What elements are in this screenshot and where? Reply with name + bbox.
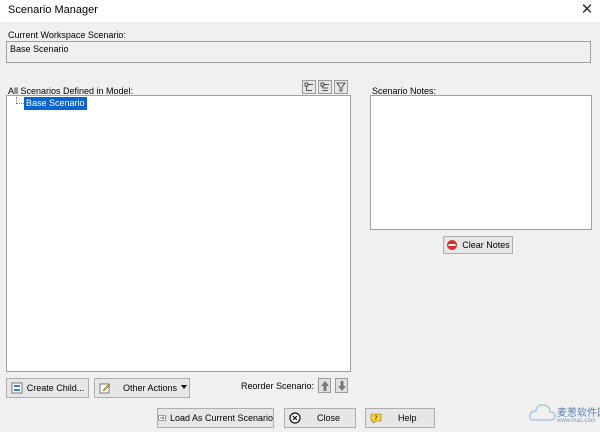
close-circle-icon [289,412,301,424]
workspace-scenario-value: Base Scenario [10,44,69,54]
scenario-tree[interactable] [6,95,351,372]
create-child-icon [11,382,23,394]
window-close-button[interactable]: ✕ [578,1,596,19]
no-entry-icon [447,240,458,250]
create-child-label: Create Child... [26,383,85,393]
workspace-label: Current Workspace Scenario: [8,30,126,40]
chevron-down-icon [181,385,187,389]
filter-button[interactable] [334,80,348,94]
load-as-current-button[interactable]: Load As Current Scenario [157,408,274,428]
clear-notes-label: Clear Notes [462,240,510,250]
tree-expand-icon [304,82,313,91]
reorder-label: Reorder Scenario: [241,381,315,391]
scenario-notes-textarea[interactable] [370,95,592,230]
close-button[interactable]: Close [284,408,356,428]
move-down-button[interactable] [335,378,348,393]
load-as-current-label: Load As Current Scenario [169,413,273,423]
arrow-down-icon [337,380,346,391]
expand-all-button[interactable] [302,80,316,94]
tree-item-base-scenario[interactable]: Base Scenario [24,97,87,110]
other-actions-dropdown[interactable]: Other Actions [94,378,190,398]
arrow-up-icon [320,380,329,391]
help-label: Help [398,413,417,423]
site-watermark: 麦葱软件园 www.mac.com [528,396,600,430]
load-scenario-icon [158,415,166,421]
edit-icon [99,383,111,394]
create-child-button[interactable]: Create Child... [6,378,89,398]
collapse-all-button[interactable] [318,80,332,94]
workspace-scenario-field: Base Scenario [6,41,591,63]
help-button[interactable]: ? Help [365,408,435,428]
watermark-text: 麦葱软件园 [557,408,600,419]
svg-text:?: ? [374,415,377,422]
filter-icon [336,82,346,92]
help-icon: ? [370,413,382,424]
cloud-logo-icon [529,404,556,421]
window-title: Scenario Manager [8,4,98,16]
other-actions-label: Other Actions [123,383,178,393]
tree-collapse-icon [320,82,329,91]
clear-notes-button[interactable]: Clear Notes [443,236,513,254]
close-label: Close [317,413,341,423]
tree-connector [16,103,24,105]
move-up-button[interactable] [318,378,331,393]
watermark-url: www.mac.com [557,418,596,424]
